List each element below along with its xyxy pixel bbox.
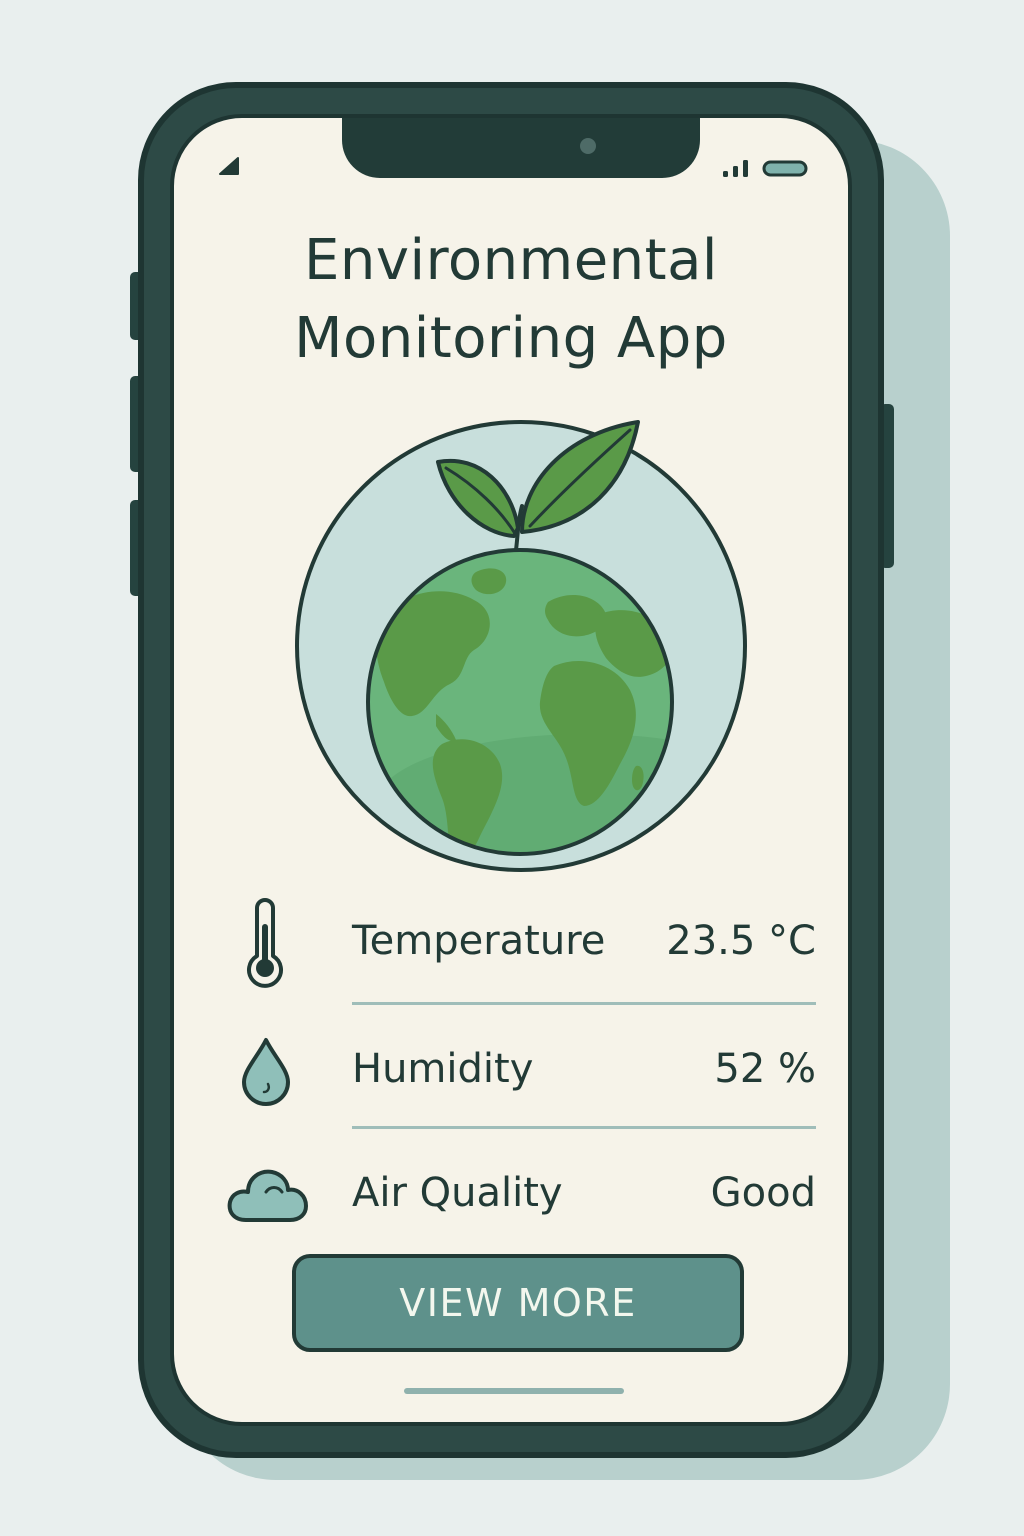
- cloud-icon: [227, 1169, 308, 1222]
- humidity-value: 52 %: [714, 1046, 816, 1092]
- list-item: Temperature 23.5 °C: [226, 888, 816, 1006]
- hero-illustration: [286, 414, 756, 878]
- title-line-2: Monitoring App: [294, 306, 728, 371]
- thermometer-icon: [247, 898, 283, 988]
- list-item: Humidity 52 %: [226, 1006, 816, 1130]
- divider: [352, 1126, 816, 1129]
- status-bar-left: [218, 156, 240, 180]
- signal-bars-icon: [723, 160, 748, 177]
- readings-list: Temperature 23.5 °C Humidity 52 % Air Qu: [226, 888, 816, 1248]
- location-arrow-icon: [219, 157, 239, 175]
- list-item: Air Quality Good: [226, 1130, 816, 1248]
- status-bar-right: [722, 158, 808, 178]
- temperature-label: Temperature: [352, 918, 606, 964]
- title-line-1: Environmental: [304, 228, 718, 293]
- phone-frame: Environmental Monitoring App Temperature…: [138, 82, 884, 1458]
- app-screen: Environmental Monitoring App Temperature…: [170, 114, 852, 1426]
- humidity-label: Humidity: [352, 1046, 534, 1092]
- earth-sprout-icon: [295, 420, 747, 872]
- notch: [342, 118, 700, 178]
- divider: [352, 1002, 816, 1005]
- front-camera: [580, 138, 596, 154]
- home-indicator[interactable]: [404, 1388, 624, 1394]
- water-drop-icon: [242, 1038, 290, 1106]
- air-quality-value: Good: [710, 1170, 816, 1216]
- battery-icon: [762, 160, 808, 177]
- view-more-button[interactable]: VIEW MORE: [292, 1254, 744, 1352]
- air-quality-label: Air Quality: [352, 1170, 563, 1216]
- temperature-value: 23.5 °C: [666, 918, 816, 964]
- page-title: Environmental Monitoring App: [174, 222, 848, 378]
